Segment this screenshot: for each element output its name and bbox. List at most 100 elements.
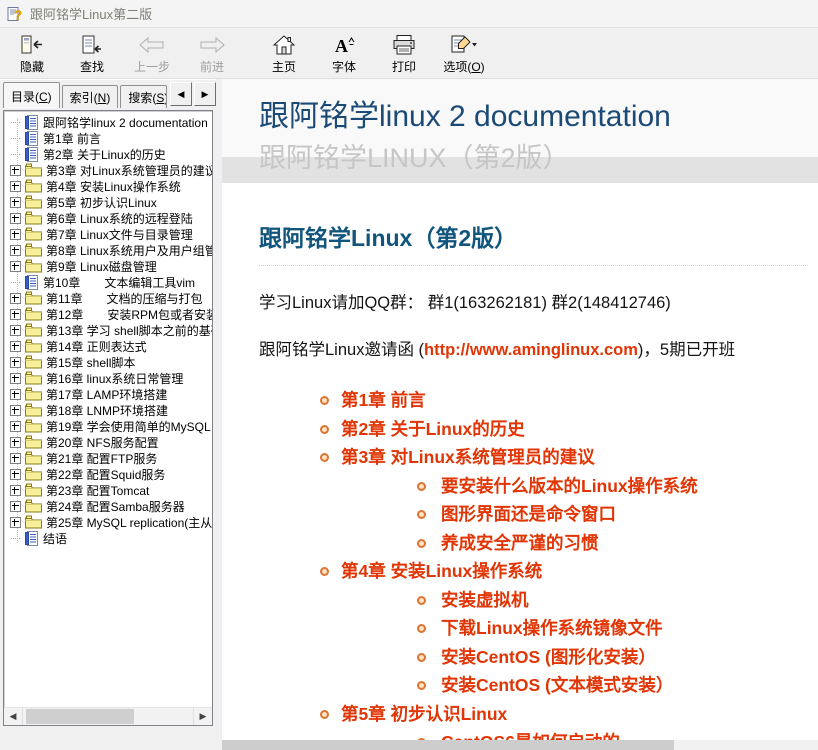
locate-icon — [80, 33, 104, 57]
expand-plus-icon[interactable] — [10, 357, 21, 368]
tree-item[interactable]: 第9章 Linux磁盘管理 — [6, 258, 212, 274]
tree-item[interactable]: 第4章 安装Linux操作系统 — [6, 178, 212, 194]
tree-item[interactable]: 第19章 学会使用简单的MySQL — [6, 418, 212, 434]
tree-item[interactable]: 第3章 对Linux系统管理员的建议 — [6, 162, 212, 178]
expand-plus-icon[interactable] — [10, 517, 21, 528]
tree-item[interactable]: 第11章 文档的压缩与打包 — [6, 290, 212, 306]
tree-item[interactable]: 第25章 MySQL replication(主从 — [6, 514, 212, 530]
expand-plus-icon[interactable] — [10, 421, 21, 432]
toc-link[interactable]: 安装CentOS (图形化安装） — [441, 647, 656, 667]
expand-gutter — [6, 373, 25, 384]
tree-item[interactable]: 第2章 关于Linux的历史 — [6, 146, 212, 162]
toc-link[interactable]: 下载Linux操作系统镜像文件 — [441, 618, 663, 638]
forward-button[interactable]: 前进 — [182, 30, 242, 78]
toc-link[interactable]: 第1章 前言 — [341, 390, 426, 410]
expand-gutter — [6, 309, 25, 320]
expand-plus-icon[interactable] — [10, 293, 21, 304]
tree-item[interactable]: 第21章 配置FTP服务 — [6, 450, 212, 466]
toc-link[interactable]: 第3章 对Linux系统管理员的建议 — [341, 447, 595, 467]
options-icon — [450, 33, 478, 57]
tree-item[interactable]: 第23章 配置Tomcat — [6, 482, 212, 498]
expand-plus-icon[interactable] — [10, 341, 21, 352]
print-button[interactable]: 打印 — [374, 30, 434, 78]
tree-item[interactable]: 第14章 正则表达式 — [6, 338, 212, 354]
options-button[interactable]: 选项(O) — [434, 30, 494, 78]
tree-item[interactable]: 第7章 Linux文件与目录管理 — [6, 226, 212, 242]
tree-item[interactable]: 第1章 前言 — [6, 130, 212, 146]
tree-item[interactable]: 第15章 shell脚本 — [6, 354, 212, 370]
expand-plus-icon[interactable] — [10, 453, 21, 464]
content-horizontal-scrollbar[interactable] — [222, 740, 818, 750]
expand-plus-icon[interactable] — [10, 197, 21, 208]
expand-plus-icon[interactable] — [10, 245, 21, 256]
toc-link[interactable]: 安装虚拟机 — [441, 590, 529, 610]
expand-plus-icon[interactable] — [10, 405, 21, 416]
folder-icon — [25, 339, 42, 353]
font-button[interactable]: A字体 — [314, 30, 374, 78]
tree-item[interactable]: 第22章 配置Squid服务 — [6, 466, 212, 482]
expand-plus-icon[interactable] — [10, 373, 21, 384]
tree-item[interactable]: 结语 — [6, 530, 212, 546]
tree-item[interactable]: 第10章 文本编辑工具vim — [6, 274, 212, 290]
tab-contents[interactable]: 目录(C) — [3, 82, 60, 108]
tab-search[interactable]: 搜索(S) — [120, 85, 167, 108]
tree-item[interactable]: 第12章 安装RPM包或者安装源码包 — [6, 306, 212, 322]
locate-button[interactable]: 查找 — [62, 30, 122, 78]
toc-link[interactable]: 第5章 初步认识Linux — [341, 704, 507, 724]
home-button[interactable]: 主页 — [254, 30, 314, 78]
tree-horizontal-scrollbar[interactable]: ◀ ▶ — [4, 707, 212, 725]
expand-plus-icon[interactable] — [10, 501, 21, 512]
scrollbar-right-arrow[interactable]: ▶ — [193, 708, 212, 725]
expand-plus-icon[interactable] — [10, 485, 21, 496]
toc-section-item: 养成安全严谨的习惯 — [441, 529, 808, 558]
tab-index[interactable]: 索引(N) — [62, 85, 119, 108]
toolbar-button-label: 打印 — [392, 58, 416, 75]
toc-link[interactable]: 第2章 关于Linux的历史 — [341, 419, 525, 439]
expand-plus-icon[interactable] — [10, 261, 21, 272]
tree-item[interactable]: 第6章 Linux系统的远程登陆 — [6, 210, 212, 226]
expand-plus-icon[interactable] — [10, 181, 21, 192]
tab-scroll-left-button[interactable]: ◀ — [170, 82, 192, 106]
tree-item[interactable]: 第20章 NFS服务配置 — [6, 434, 212, 450]
tree-item-label: 第13章 学习 shell脚本之前的基础知识 — [46, 322, 212, 339]
expand-gutter — [6, 213, 25, 224]
tree-item[interactable]: 跟阿铭学linux 2 documentation — [6, 114, 212, 130]
toc-link[interactable]: 要安装什么版本的Linux操作系统 — [441, 476, 698, 496]
tree-item[interactable]: 第8章 Linux系统用户及用户组管理 — [6, 242, 212, 258]
scrollbar-thumb[interactable] — [26, 709, 134, 724]
tree-item[interactable]: 第24章 配置Samba服务器 — [6, 498, 212, 514]
folder-icon — [25, 211, 42, 225]
tree-item[interactable]: 第18章 LNMP环境搭建 — [6, 402, 212, 418]
expand-plus-icon[interactable] — [10, 437, 21, 448]
back-button[interactable]: 上一步 — [122, 30, 182, 78]
expand-plus-icon[interactable] — [10, 309, 21, 320]
toc-link[interactable]: 安装CentOS (文本模式安装） — [441, 675, 673, 695]
tree-item[interactable]: 第17章 LAMP环境搭建 — [6, 386, 212, 402]
toolbar-button-label: 选项(O) — [443, 58, 484, 75]
tab-scroll-right-button[interactable]: ▶ — [194, 82, 216, 106]
expand-plus-icon[interactable] — [10, 229, 21, 240]
scrollbar-track[interactable] — [23, 708, 193, 725]
expand-plus-icon[interactable] — [10, 165, 21, 176]
folder-icon — [25, 307, 42, 321]
doc-subtitle: 跟阿铭学LINUX（第2版） — [259, 136, 570, 175]
toc-link[interactable]: 第4章 安装Linux操作系统 — [341, 561, 542, 581]
toc-link[interactable]: 图形界面还是命令窗口 — [441, 504, 616, 524]
content-scrollbar-thumb[interactable] — [222, 740, 674, 750]
page-icon — [25, 147, 39, 162]
expand-plus-icon[interactable] — [10, 389, 21, 400]
tree-item[interactable]: 第13章 学习 shell脚本之前的基础知识 — [6, 322, 212, 338]
tree-item[interactable]: 第16章 linux系统日常管理 — [6, 370, 212, 386]
toc-link[interactable]: 养成安全严谨的习惯 — [441, 533, 599, 553]
aminglinux-link[interactable]: http://www.aminglinux.com — [424, 341, 638, 359]
expand-plus-icon[interactable] — [10, 469, 21, 480]
tree-item[interactable]: 第5章 初步认识Linux — [6, 194, 212, 210]
expand-gutter — [6, 261, 25, 272]
main-area: 目录(C)索引(N)搜索(S)◀▶ 跟阿铭学linux 2 documentat… — [0, 79, 818, 750]
hide-button[interactable]: 隐藏 — [2, 30, 62, 78]
expand-gutter — [6, 165, 25, 176]
expand-plus-icon[interactable] — [10, 325, 21, 336]
scrollbar-left-arrow[interactable]: ◀ — [4, 708, 23, 725]
doc-title: 跟阿铭学linux 2 documentation — [259, 91, 671, 135]
expand-plus-icon[interactable] — [10, 213, 21, 224]
